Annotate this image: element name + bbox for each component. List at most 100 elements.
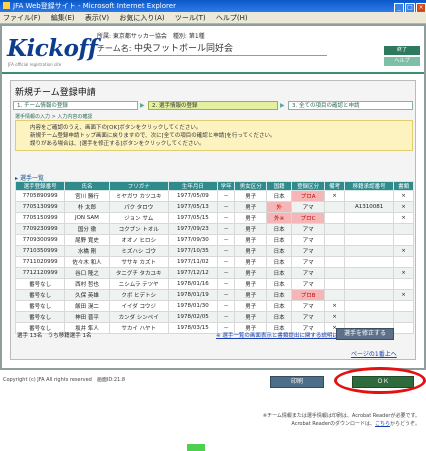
table-cell: アマ <box>290 201 326 213</box>
table-cell: パク タロウ <box>108 201 169 213</box>
edit-players-button[interactable]: 選手を修正する <box>336 328 394 340</box>
table-cell: アマ <box>290 245 326 257</box>
table-cell: － <box>217 245 236 257</box>
table-cell: 外※ <box>266 212 292 224</box>
table-cell: クボ ヒデトシ <box>108 289 169 301</box>
table-cell: 宮川 勝行 <box>64 190 110 202</box>
table-cell: アマ <box>290 223 326 235</box>
acrobat-download-link[interactable]: こちら <box>375 421 390 427</box>
player-table: 選手登録番号 氏名 フリガナ 生年月日 学年 男女区分 国籍 登録区分 備考 移籍承認番号 書類 7… <box>14 181 414 334</box>
table-cell: JON SAM <box>64 212 110 224</box>
table-cell: 7705150999 <box>14 212 66 224</box>
ok-highlight-circle <box>334 367 426 394</box>
table-cell: － <box>217 201 236 213</box>
table-cell: － <box>217 278 236 290</box>
policy-link[interactable]: ※ 選手一覧の画面表示と書類提出に関する説明はこちら <box>216 331 354 339</box>
table-cell <box>324 267 345 279</box>
table-cell: 7709230999 <box>14 223 66 235</box>
column-header: 移籍承認番号 <box>343 181 395 191</box>
table-cell: 日本 <box>266 223 292 235</box>
page-content: Kickoff JFA official registration site 所… <box>0 24 426 451</box>
table-cell: ササキ カズト <box>108 256 169 268</box>
table-cell: 1977/11/02 <box>167 256 219 268</box>
note-suffix: からどうぞ。 <box>389 421 420 427</box>
menu-favorites[interactable]: お気に入り(A) <box>119 14 164 22</box>
step-2-active: 2. 選手情報の登録 <box>148 101 278 110</box>
table-cell: 日本 <box>266 190 292 202</box>
table-cell: × <box>393 212 414 224</box>
table-cell: 飯田 滉二 <box>64 300 110 312</box>
step-arrow-icon: ▶ <box>140 102 145 109</box>
table-cell: 男子 <box>234 289 268 301</box>
table-cell: 西村 哲也 <box>64 278 110 290</box>
table-cell: ニシムラ テツヤ <box>108 278 169 290</box>
table-cell: 日本 <box>266 234 292 246</box>
table-cell: 1977/09/30 <box>167 234 219 246</box>
table-row: 7705890999 宮川 勝行 ミヤガワ カツユキ 1977/05/09 －男子 日本プ… <box>14 190 414 202</box>
end-button[interactable]: 終了 <box>384 46 420 55</box>
table-cell: － <box>217 256 236 268</box>
page-top-link[interactable]: ページの1番上へ <box>351 349 397 358</box>
table-cell: ジョン サム <box>108 212 169 224</box>
menu-edit[interactable]: 編集(E) <box>51 14 75 22</box>
table-cell: 国分 徹 <box>64 223 110 235</box>
table-cell: 7712120999 <box>14 267 66 279</box>
table-cell: アマ <box>290 234 326 246</box>
team-name: 中央フットボール同好会 <box>134 44 234 54</box>
table-row: 7705130999 朴 太郎 パク タロウ 1977/05/13 －男子外アマ A131… <box>14 201 414 213</box>
column-header: 登録区分 <box>290 181 326 191</box>
menu-file[interactable]: ファイル(F) <box>3 14 41 22</box>
table-cell: － <box>217 311 236 323</box>
menu-bar: ファイル(F) 編集(E) 表示(V) お気に入り(A) ツール(T) ヘルプ(… <box>0 12 426 24</box>
note-prefix: Acrobat Readerのダウンロードは、 <box>291 421 375 427</box>
table-cell <box>343 245 395 257</box>
table-cell: － <box>217 212 236 224</box>
table-cell: 1978/01/30 <box>167 300 219 312</box>
table-cell <box>343 190 395 202</box>
notice-box: 内容をご確認のうえ、画面下の[OK]ボタンをクリックしてください。 新規チーム登… <box>15 120 413 151</box>
table-cell <box>324 234 345 246</box>
table-cell <box>324 278 345 290</box>
table-cell: × <box>324 300 345 312</box>
window-controls: _ □ × <box>393 1 426 13</box>
page-title: 新規チーム登録申請 <box>15 88 96 98</box>
column-header: 国籍 <box>266 181 292 191</box>
content-inner: Kickoff JFA official registration site 所… <box>2 26 424 368</box>
table-cell: 1978/01/16 <box>167 278 219 290</box>
menu-tools[interactable]: ツール(T) <box>175 14 206 22</box>
table-cell <box>324 201 345 213</box>
help-button[interactable]: ヘルプ <box>384 57 420 66</box>
table-cell: A1310081 <box>343 201 395 213</box>
table-cell: プロB <box>290 289 326 301</box>
table-cell: 谷口 隆之 <box>64 267 110 279</box>
table-cell: 1978/03/15 <box>167 322 219 334</box>
table-cell: 日本 <box>266 267 292 279</box>
org-info: 所属: 東京都サッカー協会 種別: 第1種 チーム名: 中央フットボール同好会 <box>97 32 337 56</box>
print-button[interactable]: 印刷 <box>270 376 324 388</box>
table-cell: 男子 <box>234 256 268 268</box>
table-cell: アマ <box>290 300 326 312</box>
table-cell: 日本 <box>266 311 292 323</box>
menu-help[interactable]: ヘルプ(H) <box>216 14 248 22</box>
table-cell: イイダ コウジ <box>108 300 169 312</box>
window-title: JFA Web登録サイト - Microsoft Internet Explor… <box>13 2 176 10</box>
table-cell: 1977/12/12 <box>167 267 219 279</box>
table-cell: 7705130999 <box>14 201 66 213</box>
table-cell: 番号なし <box>14 289 66 301</box>
table-cell: 男子 <box>234 212 268 224</box>
note-line-1: ※チーム情報または選手情報は印刷は、Acrobat Readerが必要です。 <box>262 413 420 419</box>
menu-view[interactable]: 表示(V) <box>85 14 109 22</box>
table-cell: 日本 <box>266 289 292 301</box>
table-cell: 1977/09/23 <box>167 223 219 235</box>
table-cell: サカイ ハヤト <box>108 322 169 334</box>
table-cell: 1977/05/09 <box>167 190 219 202</box>
step-3: 3. 全ての項目の確認と申請 <box>288 101 413 110</box>
table-cell: － <box>217 289 236 301</box>
column-header: 氏名 <box>64 181 110 191</box>
table-cell: 1978/01/19 <box>167 289 219 301</box>
table-cell <box>343 300 395 312</box>
table-cell <box>343 267 395 279</box>
table-cell <box>393 256 414 268</box>
table-row: 7712120999 谷口 隆之 タニグチ タカユキ 1977/12/12 －男子 日本ア… <box>14 267 414 279</box>
ie-app-icon <box>3 2 10 9</box>
